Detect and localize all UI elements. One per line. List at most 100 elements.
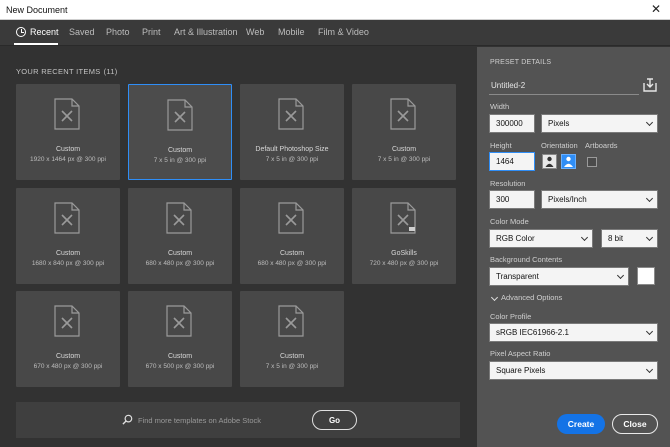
chevron-down-icon [645,365,654,374]
document-icon [54,98,80,130]
recent-item-dimensions: 680 x 480 px @ 300 ppi [145,260,215,267]
recent-item-name: GoSkills [391,250,417,257]
advanced-options-chevron-icon[interactable] [490,293,499,302]
background-contents-select[interactable]: Transparent [489,267,629,286]
document-icon [390,98,416,130]
clock-icon [16,27,26,37]
recent-item-name: Custom [55,146,81,153]
tab-saved[interactable]: Saved [69,27,95,37]
orientation-label: Orientation [541,141,578,150]
recent-item-name: Custom [167,250,193,257]
document-icon [54,202,80,234]
recent-item-dimensions: 7 x 5 in @ 300 ppi [265,156,319,163]
recent-items-panel: YOUR RECENT ITEMS (11) Custom 1920 x 1464 … [0,47,476,447]
chevron-down-icon [645,233,654,242]
document-name-underline [489,94,639,95]
save-preset-icon[interactable] [642,77,658,93]
color-profile-select[interactable]: sRGB IEC61966-2.1 [489,323,658,342]
recent-item-dimensions: 670 x 480 px @ 300 ppi [33,363,103,370]
document-icon [167,99,193,131]
recent-item-dimensions: 7 x 5 in @ 300 ppi [153,157,207,164]
document-icon [278,202,304,234]
portrait-orientation-icon[interactable] [542,154,557,169]
recent-item-name: Custom [55,353,81,360]
advanced-options-toggle[interactable]: Advanced Options [501,293,562,302]
active-tab-indicator [14,43,58,45]
recent-item-dimensions: 1680 x 840 px @ 300 ppi [31,260,105,267]
chevron-down-icon [645,118,654,127]
landscape-orientation-icon[interactable] [561,154,576,169]
tab-mobile[interactable]: Mobile [278,27,305,37]
color-mode-value: RGB Color [496,234,535,243]
bit-depth-select[interactable]: 8 bit [601,229,658,248]
preset-details-panel: PRESET DETAILS Untitled-2 Width 300000 P… [477,47,670,447]
recent-item-card[interactable]: Custom 680 x 480 px @ 300 ppi [240,188,344,284]
recent-item-card[interactable]: Default Photoshop Size 7 x 5 in @ 300 ppi [240,84,344,180]
recent-item-name: Custom [279,353,305,360]
recent-item-card[interactable]: Custom 7 x 5 in @ 300 ppi [352,84,456,180]
pixel-aspect-ratio-label: Pixel Aspect Ratio [490,349,551,358]
recent-item-card[interactable]: Custom 670 x 500 px @ 300 ppi [128,291,232,387]
background-contents-value: Transparent [496,272,539,281]
recent-items-heading: YOUR RECENT ITEMS (11) [16,67,118,76]
chevron-down-icon [616,271,625,280]
width-unit-value: Pixels [548,119,570,128]
recent-item-dimensions: 670 x 500 px @ 300 ppi [145,363,215,370]
go-button[interactable]: Go [312,410,357,430]
recent-item-card[interactable]: Custom 1920 x 1464 px @ 300 ppi [16,84,120,180]
background-contents-label: Background Contents [490,255,563,264]
recent-item-name: Custom [391,146,417,153]
background-color-swatch[interactable] [637,267,655,285]
color-profile-label: Color Profile [490,312,532,321]
color-mode-select[interactable]: RGB Color [489,229,593,248]
recent-item-card[interactable]: Custom 670 x 480 px @ 300 ppi [16,291,120,387]
recent-item-name: Custom [279,250,305,257]
recent-item-dimensions: 1920 x 1464 px @ 300 ppi [30,156,106,163]
document-icon [166,305,192,337]
bit-depth-value: 8 bit [608,234,624,243]
color-profile-value: sRGB IEC61966-2.1 [496,328,569,337]
width-input[interactable]: 300000 [489,114,535,133]
recent-item-dimensions: 720 x 480 px @ 300 ppi [369,260,439,267]
recent-item-card[interactable]: GoSkills 720 x 480 px @ 300 ppi [352,188,456,284]
create-button[interactable]: Create [557,414,605,434]
window-title: New Document [6,5,68,15]
chevron-down-icon [580,233,589,242]
pixel-aspect-ratio-select[interactable]: Square Pixels [489,361,658,380]
recent-item-card[interactable]: Custom 1680 x 840 px @ 300 ppi [16,188,120,284]
document-name-field[interactable]: Untitled-2 [491,81,525,90]
tab-recent[interactable]: Recent [30,27,59,37]
recent-item-card[interactable]: Custom 7 x 5 in @ 300 ppi [240,291,344,387]
recent-item-name: Custom [167,353,193,360]
recent-item-name: Custom [167,147,193,154]
stock-search-input[interactable] [138,412,308,428]
artboards-checkbox[interactable] [587,157,597,167]
recent-item-card[interactable]: Custom 7 x 5 in @ 300 ppi [128,84,232,180]
tab-photo[interactable]: Photo [106,27,130,37]
height-input[interactable]: 1464 [489,152,535,171]
resolution-unit-select[interactable]: Pixels/Inch [541,190,658,209]
recent-items-title: YOUR RECENT ITEMS [16,67,101,76]
recent-item-name: Default Photoshop Size [255,146,329,153]
width-unit-select[interactable]: Pixels [541,114,658,133]
chevron-down-icon [645,327,654,336]
window-titlebar: New Document ✕ [0,0,670,20]
tab-web[interactable]: Web [246,27,264,37]
recent-item-card[interactable]: Custom 680 x 480 px @ 300 ppi [128,188,232,284]
resolution-input[interactable]: 300 [489,190,535,209]
color-mode-label: Color Mode [490,217,529,226]
recent-item-name: Custom [55,250,81,257]
close-button[interactable]: Close [612,414,658,434]
window-close-icon[interactable]: ✕ [649,2,663,16]
tab-print[interactable]: Print [142,27,161,37]
tab-film-video[interactable]: Film & Video [318,27,369,37]
document-icon [278,305,304,337]
template-document-icon [390,202,416,234]
artboards-label: Artboards [585,141,618,150]
tab-art-illustration[interactable]: Art & Illustration [174,27,238,37]
search-icon [122,414,133,425]
resolution-label: Resolution [490,179,526,188]
stock-search-bar: Go [16,402,460,438]
category-tabs: Recent Saved Photo Print Art & Illustrat… [0,20,670,46]
document-icon [278,98,304,130]
